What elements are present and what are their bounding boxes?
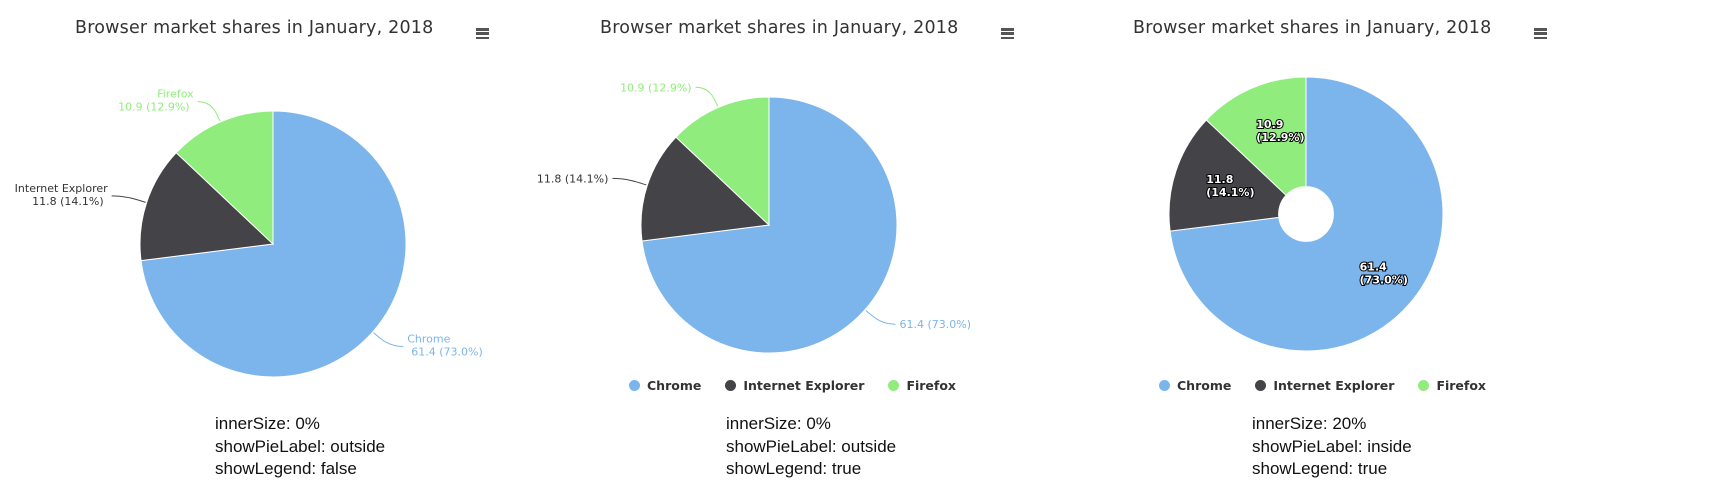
legend-label: Chrome — [1177, 378, 1232, 393]
legend-marker — [725, 380, 737, 391]
chart-caption: innerSize: 0% showPieLabel: outside show… — [215, 413, 385, 481]
legend-label: Internet Explorer — [1273, 378, 1395, 393]
label-connector — [865, 309, 896, 325]
legend-label: Internet Explorer — [743, 378, 865, 393]
data-label-value: 61.4 — [1360, 261, 1387, 274]
data-label-name: Firefox — [157, 88, 194, 101]
data-label-value: 11.8 (14.1%) — [537, 172, 609, 185]
data-label-value: 11.8 (14.1%) — [32, 195, 104, 208]
pie-chart: 61.4(73.0%) 11.8(14.1%) 10.9(12.9%) — [1168, 76, 1444, 352]
chart-caption: innerSize: 20% showPieLabel: inside show… — [1252, 413, 1412, 481]
data-label-value: 10.9 (12.9%) — [118, 101, 190, 114]
caption-line: showLegend: true — [726, 459, 862, 478]
data-label-value: 61.4 (73.0%) — [411, 346, 483, 359]
legend-item-internet-explorer[interactable]: Internet Explorer — [1255, 378, 1394, 393]
data-label-name: Internet Explorer — [15, 182, 108, 195]
chart-panel-3: Browser market shares in January, 2018 6… — [1050, 0, 1733, 504]
chart-caption: innerSize: 0% showPieLabel: outside show… — [726, 413, 896, 481]
legend-item-chrome[interactable]: Chrome — [629, 378, 701, 393]
legend-item-chrome[interactable]: Chrome — [1159, 378, 1231, 393]
caption-line: showPieLabel: inside — [1252, 436, 1412, 456]
legend-item-firefox[interactable]: Firefox — [1418, 378, 1486, 393]
label-connector — [111, 195, 146, 203]
data-label-name: Chrome — [407, 333, 450, 346]
data-label-value: 61.4 (73.0%) — [899, 318, 971, 331]
legend-item-firefox[interactable]: Firefox — [888, 378, 956, 393]
data-label-value: 11.8 — [1206, 173, 1233, 186]
data-label-percent: (73.0%) — [1360, 274, 1408, 287]
caption-line: innerSize: 0% — [726, 414, 831, 433]
caption-line: showPieLabel: outside — [215, 436, 386, 456]
label-connector — [612, 177, 647, 186]
chart-legend: Chrome Internet Explorer Firefox — [1159, 378, 1486, 393]
legend-label: Firefox — [1436, 378, 1486, 393]
legend-marker — [1255, 380, 1267, 391]
label-connector — [197, 101, 221, 122]
legend-item-internet-explorer[interactable]: Internet Explorer — [725, 378, 864, 393]
caption-line: showPieLabel: outside — [726, 436, 897, 456]
chart-legend: Chrome Internet Explorer Firefox — [629, 378, 956, 393]
label-connector — [695, 86, 719, 107]
label-connector — [373, 332, 404, 348]
data-label-value: 10.9 — [1256, 118, 1283, 131]
legend-marker — [1159, 380, 1170, 391]
caption-line: innerSize: 20% — [1252, 414, 1367, 433]
data-label-percent: (14.1%) — [1206, 186, 1254, 199]
caption-line: showLegend: false — [215, 459, 357, 478]
legend-marker — [629, 380, 640, 391]
data-label-percent: (12.9%) — [1256, 131, 1304, 144]
legend-marker — [888, 380, 900, 391]
chart-panel-2: Browser market shares in January, 2018 6… — [520, 0, 1050, 504]
pie-chart: Chrome61.4 (73.0%) Internet Explorer11.8 … — [15, 88, 483, 378]
chart-panel-1: Browser market shares in January, 2018 C… — [0, 0, 520, 504]
caption-line: showLegend: true — [1252, 459, 1388, 478]
legend-label: Chrome — [647, 378, 702, 393]
data-label-value: 10.9 (12.9%) — [620, 81, 692, 94]
legend-marker — [1418, 380, 1430, 391]
pie-chart: 61.4 (73.0%) 11.8 (14.1%) 10.9 (12.9%) — [537, 81, 971, 354]
legend-label: Firefox — [906, 378, 956, 393]
caption-line: innerSize: 0% — [215, 414, 320, 433]
